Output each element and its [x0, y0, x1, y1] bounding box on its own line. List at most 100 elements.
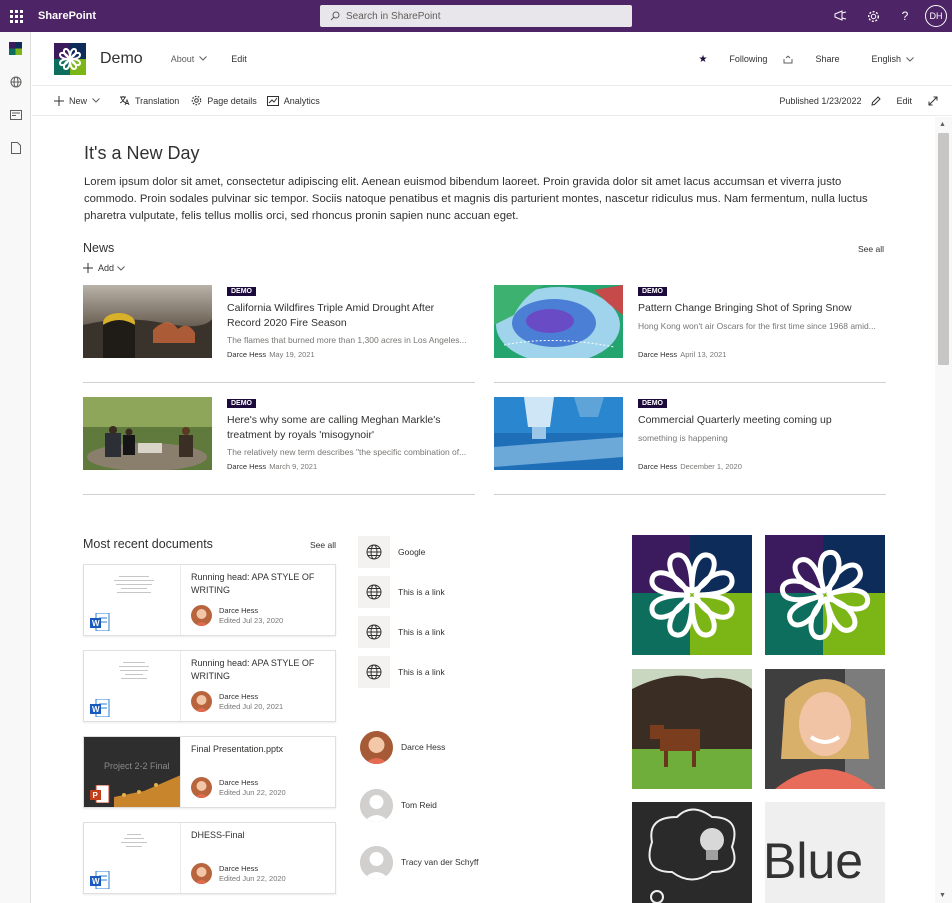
site-title[interactable]: Demo — [100, 50, 143, 68]
gear-icon — [191, 95, 202, 106]
microscope-thumbnail — [494, 397, 623, 470]
news-date: April 13, 2021 — [680, 350, 727, 359]
news-item[interactable]: DEMO Commercial Quarterly meeting coming… — [494, 397, 886, 495]
news-meta: Darce Hess May 19, 2021 — [227, 350, 315, 359]
quick-link[interactable]: This is a link — [358, 576, 558, 608]
app-bar — [0, 32, 31, 903]
gallery-logo-image[interactable] — [765, 535, 885, 655]
news-feed-icon[interactable] — [0, 98, 31, 131]
quick-link-label: This is a link — [398, 627, 445, 637]
chevron-down-icon — [117, 265, 125, 271]
analytics-label: Analytics — [283, 95, 320, 106]
news-add-button[interactable]: Add — [83, 263, 125, 273]
news-description: The flames that burned more than 1,300 a… — [227, 335, 467, 345]
globe-icon — [358, 616, 390, 648]
edit-page-button[interactable]: Edit — [871, 96, 912, 106]
scroll-up-arrow-icon[interactable]: ▲ — [939, 121, 946, 128]
svg-text:P: P — [93, 791, 99, 800]
document-name: Running head: APA STYLE OF WRITING — [191, 658, 315, 681]
new-button[interactable]: New — [54, 95, 105, 106]
documents-see-all-link[interactable]: See all — [310, 540, 336, 550]
svg-text:W: W — [92, 619, 100, 628]
news-description: something is happening — [638, 433, 728, 443]
news-author: Darce Hess — [638, 462, 678, 471]
news-item[interactable]: DEMO Pattern Change Bringing Shot of Spr… — [494, 285, 886, 383]
analytics-button[interactable]: Analytics — [266, 95, 320, 106]
document-author: Darce Hess — [219, 778, 259, 787]
gallery-lightbulb-image[interactable] — [632, 802, 752, 903]
chevron-down-icon — [92, 98, 100, 103]
search-icon — [330, 11, 340, 21]
news-author: Darce Hess — [227, 462, 267, 471]
user-avatar[interactable]: DH — [925, 5, 947, 27]
globe-icon[interactable] — [0, 65, 31, 98]
person-photo — [360, 730, 393, 764]
translation-label: Translation — [135, 95, 180, 106]
gallery-portrait-image[interactable] — [765, 669, 885, 789]
command-bar: New Translation Page details Analytics P… — [32, 86, 952, 116]
gallery-cow-image[interactable] — [632, 669, 752, 789]
news-item[interactable]: DEMO California Wildfires Triple Amid Dr… — [83, 285, 475, 383]
quick-link[interactable]: This is a link — [358, 656, 558, 688]
person-name: Tracy van der Schyff — [401, 857, 479, 867]
word-icon: W — [90, 871, 110, 889]
chevron-down-icon — [199, 56, 208, 61]
news-headline[interactable]: California Wildfires Triple Amid Drought… — [227, 301, 467, 331]
news-headline[interactable]: Here's why some are calling Meghan Markl… — [227, 413, 467, 443]
expand-icon[interactable] — [928, 96, 938, 106]
quick-link[interactable]: This is a link — [358, 616, 558, 648]
gallery-blue-text-image[interactable]: Blue — [765, 802, 885, 903]
document-author: Darce Hess — [219, 692, 259, 701]
person-card[interactable]: Tracy van der Schyff — [360, 845, 560, 879]
news-badge: DEMO — [227, 287, 256, 296]
document-icon[interactable] — [0, 131, 31, 164]
weather-map-thumbnail — [494, 285, 623, 358]
translation-button[interactable]: Translation — [119, 95, 179, 106]
person-card[interactable]: Tom Reid — [360, 788, 560, 822]
news-date: May 19, 2021 — [269, 350, 315, 359]
page-scrollbar[interactable]: ▲ ▼ — [935, 117, 952, 903]
help-icon[interactable]: ? — [889, 0, 921, 32]
news-headline[interactable]: Commercial Quarterly meeting coming up — [638, 413, 878, 428]
news-headline[interactable]: Pattern Change Bringing Shot of Spring S… — [638, 301, 878, 316]
megaphone-icon[interactable] — [825, 0, 857, 32]
quick-link-label: This is a link — [398, 667, 445, 677]
globe-icon — [358, 576, 390, 608]
language-selector[interactable]: English — [855, 54, 914, 64]
document-card[interactable]: W DHESS-Final Darce Hess Edited Jun 22, … — [83, 822, 336, 894]
nav-about[interactable]: About — [171, 54, 208, 64]
news-section-title: News — [83, 241, 115, 255]
quick-link[interactable]: Google — [358, 536, 558, 568]
person-placeholder-icon — [360, 845, 393, 879]
document-card[interactable]: W Running head: APA STYLE OF WRITING Dar… — [83, 564, 336, 636]
app-launcher-waffle-icon[interactable] — [0, 0, 32, 32]
scroll-down-arrow-icon[interactable]: ▼ — [939, 892, 946, 899]
person-card[interactable]: Darce Hess — [360, 730, 560, 764]
news-author: Darce Hess — [227, 350, 267, 359]
plus-icon — [54, 95, 64, 106]
document-card[interactable]: Project 2-2 Final P Final Presentation.p… — [83, 736, 336, 808]
news-meta: Darce Hess December 1, 2020 — [638, 462, 742, 471]
chevron-down-icon — [906, 56, 914, 62]
site-logo-icon[interactable] — [0, 32, 31, 65]
suite-brand[interactable]: SharePoint — [38, 10, 96, 22]
person-name: Tom Reid — [401, 800, 437, 810]
document-author: Darce Hess — [219, 606, 259, 615]
word-icon: W — [90, 613, 110, 631]
scrollbar-thumb[interactable] — [938, 133, 949, 365]
document-thumbnail: W — [84, 565, 181, 635]
gallery-logo-image[interactable] — [632, 535, 752, 655]
author-avatar — [191, 777, 212, 798]
news-see-all-link[interactable]: See all — [858, 244, 884, 254]
translation-icon — [119, 96, 130, 106]
page-details-button[interactable]: Page details — [191, 95, 257, 106]
nav-edit[interactable]: Edit — [231, 54, 247, 64]
gear-icon[interactable] — [857, 0, 889, 32]
news-item[interactable]: DEMO Here's why some are calling Meghan … — [83, 397, 475, 495]
page-body-text: Lorem ipsum dolor sit amet, consectetur … — [84, 176, 868, 222]
site-logo[interactable] — [54, 42, 86, 75]
following-button[interactable]: ★ Following — [682, 54, 767, 65]
document-card[interactable]: W Running head: APA STYLE OF WRITING Dar… — [83, 650, 336, 722]
share-button[interactable]: Share — [783, 54, 839, 64]
search-box[interactable]: Search in SharePoint — [320, 5, 632, 27]
